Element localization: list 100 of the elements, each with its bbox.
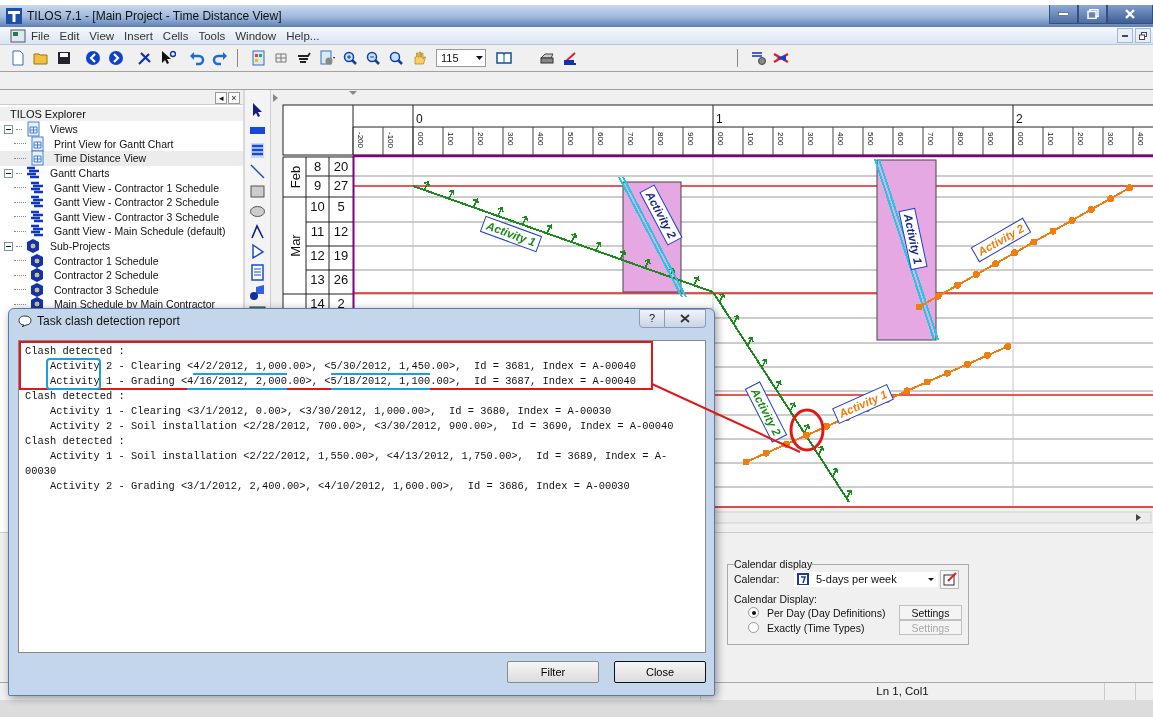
collapse-icon[interactable] bbox=[4, 124, 13, 134]
distance-label: 1 bbox=[716, 112, 723, 126]
week-date: 20 bbox=[333, 158, 349, 174]
back-icon[interactable] bbox=[84, 50, 101, 66]
week-number: 12 bbox=[310, 247, 325, 263]
collapse-icon[interactable] bbox=[4, 241, 13, 251]
tick-label: 500 bbox=[566, 132, 575, 146]
week-date: 5 bbox=[337, 198, 345, 214]
zoom-in-icon[interactable] bbox=[341, 50, 358, 66]
edit-calendar-button[interactable] bbox=[940, 569, 959, 589]
tick-label: 700 bbox=[926, 132, 935, 146]
minimize-button[interactable] bbox=[1117, 28, 1133, 43]
list-icon[interactable] bbox=[249, 142, 266, 160]
maximize-button[interactable] bbox=[1078, 5, 1107, 24]
radio-label[interactable]: Exactly (Time Types) bbox=[767, 621, 899, 634]
tick-label: 300 bbox=[1106, 132, 1115, 146]
tree-item[interactable]: Contractor 1 Schedule bbox=[48, 254, 159, 267]
tick-label: 600 bbox=[896, 132, 905, 146]
tick-label: 400 bbox=[836, 132, 845, 146]
settings-button[interactable]: Settings bbox=[899, 605, 962, 620]
redo-icon[interactable] bbox=[211, 50, 228, 66]
minimize-button[interactable] bbox=[1049, 5, 1078, 24]
tree-item[interactable]: Gantt View - Contractor 3 Schedule bbox=[48, 210, 219, 223]
tree-item[interactable]: Gantt View - Contractor 2 Schedule bbox=[48, 196, 219, 209]
report-line: Clash detected : bbox=[25, 390, 125, 403]
tick-label: 900 bbox=[686, 132, 695, 146]
dialog-button[interactable]: Filter bbox=[507, 661, 599, 683]
tree-item[interactable]: Contractor 2 Schedule bbox=[48, 269, 159, 282]
zoom-combo[interactable]: 115 bbox=[436, 49, 486, 67]
menu-item[interactable]: File bbox=[26, 29, 55, 42]
menu-item[interactable]: Window bbox=[230, 29, 282, 42]
menu-item[interactable]: View bbox=[84, 29, 120, 42]
activity-line[interactable] bbox=[412, 181, 714, 293]
tick-label: 400 bbox=[1136, 132, 1145, 146]
tick-label: 100 bbox=[746, 132, 755, 146]
zoom-out-icon[interactable] bbox=[364, 50, 381, 66]
line-tool-icon[interactable] bbox=[249, 162, 266, 180]
tree-item[interactable]: Contractor 3 Schedule bbox=[48, 283, 159, 296]
tick-label: 100 bbox=[1046, 132, 1055, 146]
report-line: Activity 1 - Grading <4/16/2012, 2,000.00>, <5/18/2012, 1,100.00>, Id = 3687, Index = A-00040 bbox=[48, 375, 637, 388]
undo-icon[interactable] bbox=[188, 50, 205, 66]
document-icon bbox=[10, 28, 26, 43]
month-label: Feb bbox=[287, 165, 303, 189]
tree-item[interactable]: Gantt View - Contractor 1 Schedule bbox=[48, 181, 219, 194]
menu-item[interactable]: Insert bbox=[119, 29, 158, 42]
report-line: 00030 bbox=[25, 465, 57, 478]
panel-title: TILOS Explorer bbox=[0, 107, 243, 121]
triangle-tool-icon[interactable] bbox=[249, 243, 266, 261]
close-button[interactable] bbox=[1107, 5, 1153, 24]
chart-pen-icon[interactable] bbox=[561, 50, 578, 66]
tools-icon[interactable] bbox=[136, 50, 153, 66]
polyline-tool-icon[interactable] bbox=[249, 223, 266, 241]
callout-circle bbox=[789, 408, 825, 452]
radio-button[interactable] bbox=[748, 607, 759, 618]
tree-item[interactable]: Print View for Gantt Chart bbox=[48, 137, 174, 150]
help-pointer-icon[interactable] bbox=[159, 50, 176, 66]
report-line: Activity 2 - Grading <3/1/2012, 2,400.00>, <4/10/2012, 1,600.00>, Id = 3686, Index = A-00030 bbox=[48, 480, 630, 493]
tree-item[interactable]: Gantt View - Main Schedule (default) bbox=[48, 225, 226, 238]
report-line: Activity 1 - Clearing <3/1/2012, 0.00>, <3/30/2012, 1,000.00>, Id = 3680, Index = A-00030 bbox=[48, 405, 612, 418]
week-number: 13 bbox=[310, 271, 325, 287]
close-button[interactable] bbox=[665, 309, 706, 328]
menu-item[interactable]: Help... bbox=[281, 29, 325, 42]
tick-label: 300 bbox=[506, 132, 515, 146]
week-number: 11 bbox=[310, 223, 325, 239]
grid-icon[interactable] bbox=[272, 50, 289, 66]
radio-label[interactable]: Per Day (Day Definitions) bbox=[767, 606, 899, 619]
distance-label: 2 bbox=[1016, 112, 1023, 126]
calendar-combo[interactable]: 5-days per week bbox=[794, 571, 938, 587]
close-icon bbox=[1124, 9, 1136, 19]
tick-label: 600 bbox=[596, 132, 605, 146]
gantt-chart-icon bbox=[29, 208, 45, 225]
menu-item[interactable]: Edit bbox=[54, 29, 85, 42]
new-file-icon[interactable] bbox=[9, 50, 26, 66]
tick-label: 000 bbox=[1016, 132, 1025, 146]
zoom-icon[interactable] bbox=[387, 50, 404, 66]
radio-button[interactable] bbox=[748, 622, 759, 633]
edit-icon bbox=[942, 572, 957, 586]
calendar-icon bbox=[796, 572, 810, 586]
menu-item[interactable]: Tools bbox=[193, 29, 231, 42]
text-tool-icon[interactable] bbox=[249, 263, 266, 281]
view-icon bbox=[25, 121, 41, 138]
tick-label: -100 bbox=[386, 132, 395, 148]
note-tool-icon[interactable] bbox=[249, 283, 266, 301]
tree-item[interactable]: Gantt Charts bbox=[44, 167, 110, 180]
tree-item[interactable]: Views bbox=[44, 123, 78, 136]
pane-button[interactable]: × bbox=[228, 92, 240, 104]
collapse-icon[interactable] bbox=[4, 168, 13, 178]
printer-icon[interactable] bbox=[538, 50, 555, 66]
pane-button[interactable]: ◂ bbox=[215, 92, 227, 104]
help-button[interactable]: ? bbox=[639, 309, 665, 328]
book-icon[interactable] bbox=[495, 50, 512, 66]
square-tool-icon[interactable] bbox=[249, 182, 266, 200]
dialog-button[interactable]: Close bbox=[614, 661, 706, 683]
tree-item[interactable]: Sub-Projects bbox=[44, 240, 111, 253]
restore-button[interactable] bbox=[1135, 28, 1151, 43]
forward-icon[interactable] bbox=[107, 50, 124, 66]
save-icon[interactable] bbox=[55, 50, 72, 66]
menu-item[interactable]: Cells bbox=[157, 29, 194, 42]
page-settings-icon[interactable] bbox=[318, 50, 335, 66]
page-icon[interactable] bbox=[249, 50, 266, 66]
